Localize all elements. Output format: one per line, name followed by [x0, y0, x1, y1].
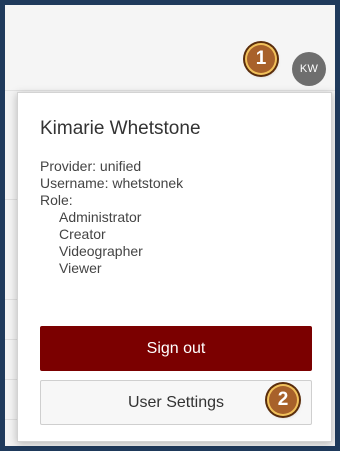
top-bar: KW	[5, 5, 335, 91]
callout-badge-1: 1	[247, 45, 275, 73]
role-item: Administrator	[59, 209, 142, 225]
role-heading: Role:	[40, 192, 73, 208]
callout-badge-2: 2	[269, 386, 297, 414]
role-list: Administrator Creator Videographer Viewe…	[40, 209, 183, 277]
role-item: Creator	[59, 226, 106, 242]
user-info: Provider: unified Username: whetstonek R…	[40, 158, 183, 277]
sign-out-button[interactable]: Sign out	[40, 326, 312, 371]
user-full-name: Kimarie Whetstone	[40, 118, 201, 139]
user-avatar-button[interactable]: KW	[292, 52, 326, 86]
provider-text: Provider: unified	[40, 158, 142, 174]
role-item: Viewer	[59, 260, 102, 276]
username-text: Username: whetstonek	[40, 175, 184, 191]
role-item: Videographer	[59, 243, 143, 259]
